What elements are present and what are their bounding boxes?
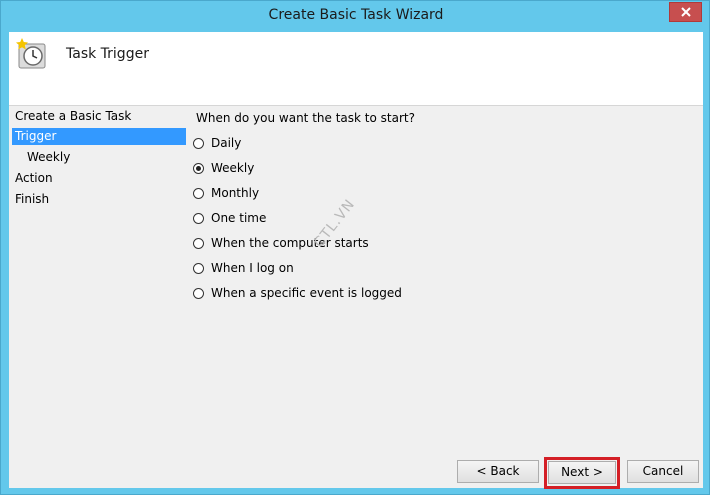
wizard-steps-nav: Create a Basic Task Trigger Weekly Actio…: [9, 106, 189, 488]
radio-label: Weekly: [211, 161, 255, 175]
clock-star-icon: [16, 38, 46, 69]
radio-daily[interactable]: Daily: [193, 134, 241, 152]
nav-item-trigger[interactable]: Trigger: [12, 128, 186, 145]
radio-button[interactable]: [193, 137, 204, 149]
radio-label: When the computer starts: [211, 236, 369, 250]
radio-computer-starts[interactable]: When the computer starts: [193, 234, 369, 252]
radio-weekly[interactable]: Weekly: [193, 159, 254, 177]
radio-button[interactable]: [193, 262, 204, 274]
nav-item-create-basic-task[interactable]: Create a Basic Task: [12, 108, 186, 125]
wizard-header: Task Trigger: [9, 32, 703, 106]
next-button[interactable]: Next >: [548, 461, 616, 484]
nav-item-action[interactable]: Action: [12, 170, 186, 187]
back-button[interactable]: < Back: [457, 460, 539, 483]
radio-label: Daily: [211, 136, 242, 150]
close-icon: [680, 7, 691, 17]
radio-monthly[interactable]: Monthly: [193, 184, 259, 202]
window-title: Create Basic Task Wizard: [268, 7, 444, 23]
radio-label: Monthly: [211, 186, 260, 200]
cancel-button[interactable]: Cancel: [627, 460, 699, 483]
trigger-question: When do you want the task to start?: [196, 111, 415, 125]
radio-label: When a specific event is logged: [211, 286, 402, 300]
page-title: Task Trigger: [66, 46, 149, 62]
wizard-window: Create Basic Task Wizard Task Trigger Cr…: [0, 0, 710, 495]
close-button[interactable]: [669, 2, 702, 22]
radio-label: One time: [211, 211, 267, 225]
radio-log-on[interactable]: When I log on: [193, 259, 294, 277]
radio-button[interactable]: [193, 287, 204, 299]
title-bar[interactable]: Create Basic Task Wizard: [1, 1, 710, 32]
radio-button[interactable]: [193, 237, 204, 249]
radio-button-checked[interactable]: [193, 162, 204, 174]
nav-item-weekly[interactable]: Weekly: [12, 149, 186, 166]
radio-button[interactable]: [193, 187, 204, 199]
next-button-highlight: Next >: [544, 457, 620, 489]
radio-event-logged[interactable]: When a specific event is logged: [193, 284, 402, 302]
radio-label: When I log on: [211, 261, 294, 275]
radio-button[interactable]: [193, 212, 204, 224]
wizard-content: Create a Basic Task Trigger Weekly Actio…: [9, 106, 703, 488]
nav-item-finish[interactable]: Finish: [12, 191, 186, 208]
radio-one-time[interactable]: One time: [193, 209, 266, 227]
